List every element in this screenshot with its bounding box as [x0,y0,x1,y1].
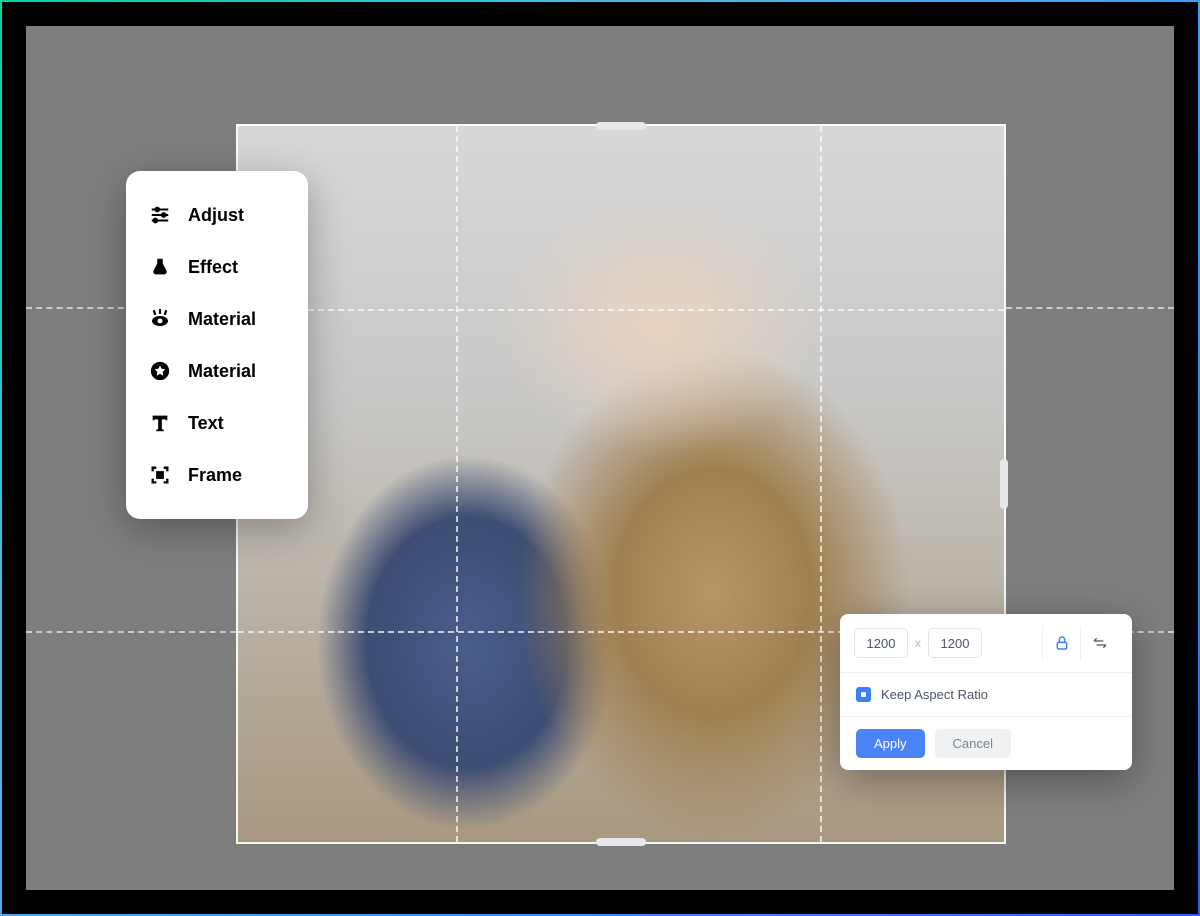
sidebar-item-label: Adjust [188,205,244,226]
sidebar-item-adjust[interactable]: Adjust [126,189,308,241]
eye-icon [148,307,172,331]
guide-line [26,631,236,633]
sidebar-item-effect[interactable]: Effect [126,241,308,293]
crop-handle-top[interactable] [596,122,646,130]
width-input[interactable] [854,628,908,658]
sidebar-item-material-1[interactable]: Material [126,293,308,345]
crop-grid-line-v1 [456,126,458,842]
apply-button[interactable]: Apply [856,729,925,758]
height-input[interactable] [928,628,982,658]
sidebar-item-frame[interactable]: Frame [126,449,308,501]
aspect-ratio-row: Keep Aspect Ratio [840,673,1132,717]
lock-aspect-button[interactable] [1042,626,1080,660]
flask-icon [148,255,172,279]
keep-aspect-label: Keep Aspect Ratio [881,687,988,702]
crop-grid-line-h1 [238,309,1004,311]
swap-dimensions-button[interactable] [1080,626,1118,660]
sliders-icon [148,203,172,227]
size-panel: x [840,614,1132,770]
sidebar-item-material-2[interactable]: Material [126,345,308,397]
dimension-separator: x [915,636,921,650]
sidebar-item-label: Material [188,361,256,382]
sidebar-item-label: Text [188,413,224,434]
keep-aspect-checkbox[interactable] [856,687,871,702]
editor-canvas: Adjust Effect [26,26,1174,890]
guide-line [1006,307,1174,309]
sidebar-item-label: Material [188,309,256,330]
action-buttons-row: Apply Cancel [840,717,1132,770]
crop-handle-bottom[interactable] [596,838,646,846]
sidebar-item-label: Frame [188,465,242,486]
swap-icon [1091,635,1109,651]
tool-sidebar: Adjust Effect [126,171,308,519]
sidebar-item-text[interactable]: Text [126,397,308,449]
text-t-icon [148,411,172,435]
frame-icon [148,463,172,487]
crop-handle-right[interactable] [1000,459,1008,509]
crop-grid-line-v2 [820,126,822,842]
checkbox-check-icon [861,692,866,697]
lock-icon [1054,635,1070,651]
cancel-button[interactable]: Cancel [935,729,1011,758]
sidebar-item-label: Effect [188,257,238,278]
size-inputs-row: x [840,614,1132,673]
star-badge-icon [148,359,172,383]
